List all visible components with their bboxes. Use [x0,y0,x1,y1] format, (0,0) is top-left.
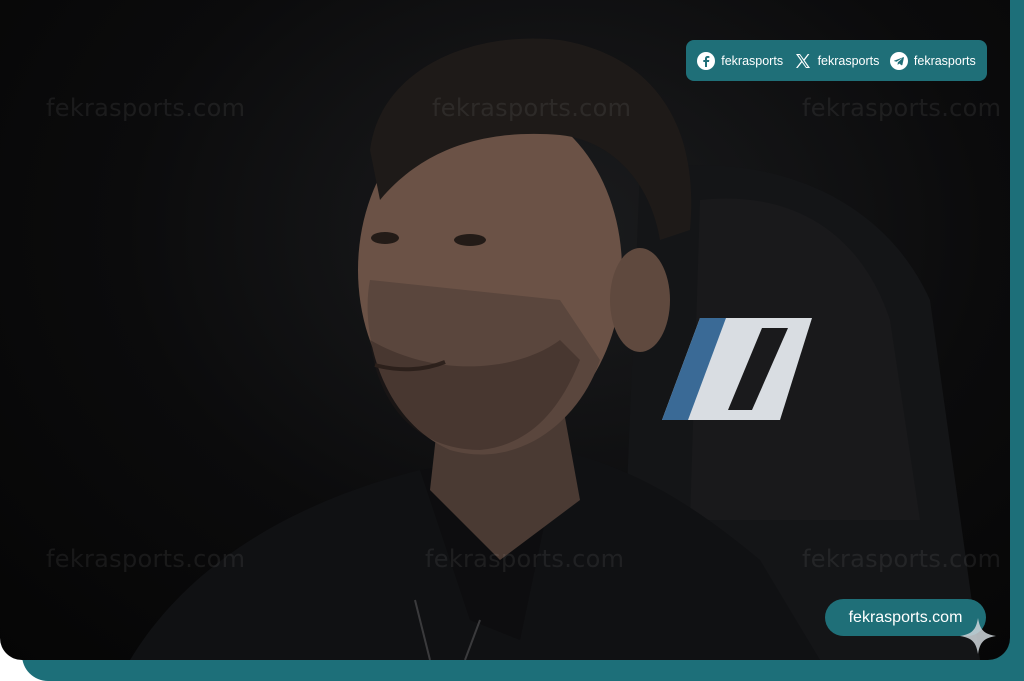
x-icon [794,52,812,70]
facebook-link[interactable]: fekrasports [697,51,784,70]
telegram-link[interactable]: fekrasports [889,51,976,70]
x-link[interactable]: fekrasports [794,52,880,70]
watermark-text: fekrasports.com [46,94,246,122]
x-label: fekrasports [817,53,880,68]
photo: fekrasports.com fekrasports.com fekraspo… [0,0,1010,660]
telegram-label: fekrasports [913,53,976,68]
facebook-icon [697,51,716,70]
telegram-icon [889,51,908,70]
watermark-text: fekrasports.com [432,94,632,122]
sparkle-icon [960,618,996,654]
facebook-label: fekrasports [721,53,784,68]
site-badge-label: fekrasports.com [848,608,963,626]
watermark-text: fekrasports.com [802,94,1002,122]
social-links-bar: fekrasports fekrasports fekrasports [686,40,987,81]
watermark-text: fekrasports.com [46,545,246,573]
watermark-text: fekrasports.com [802,545,1002,573]
watermark-text: fekrasports.com [425,545,625,573]
